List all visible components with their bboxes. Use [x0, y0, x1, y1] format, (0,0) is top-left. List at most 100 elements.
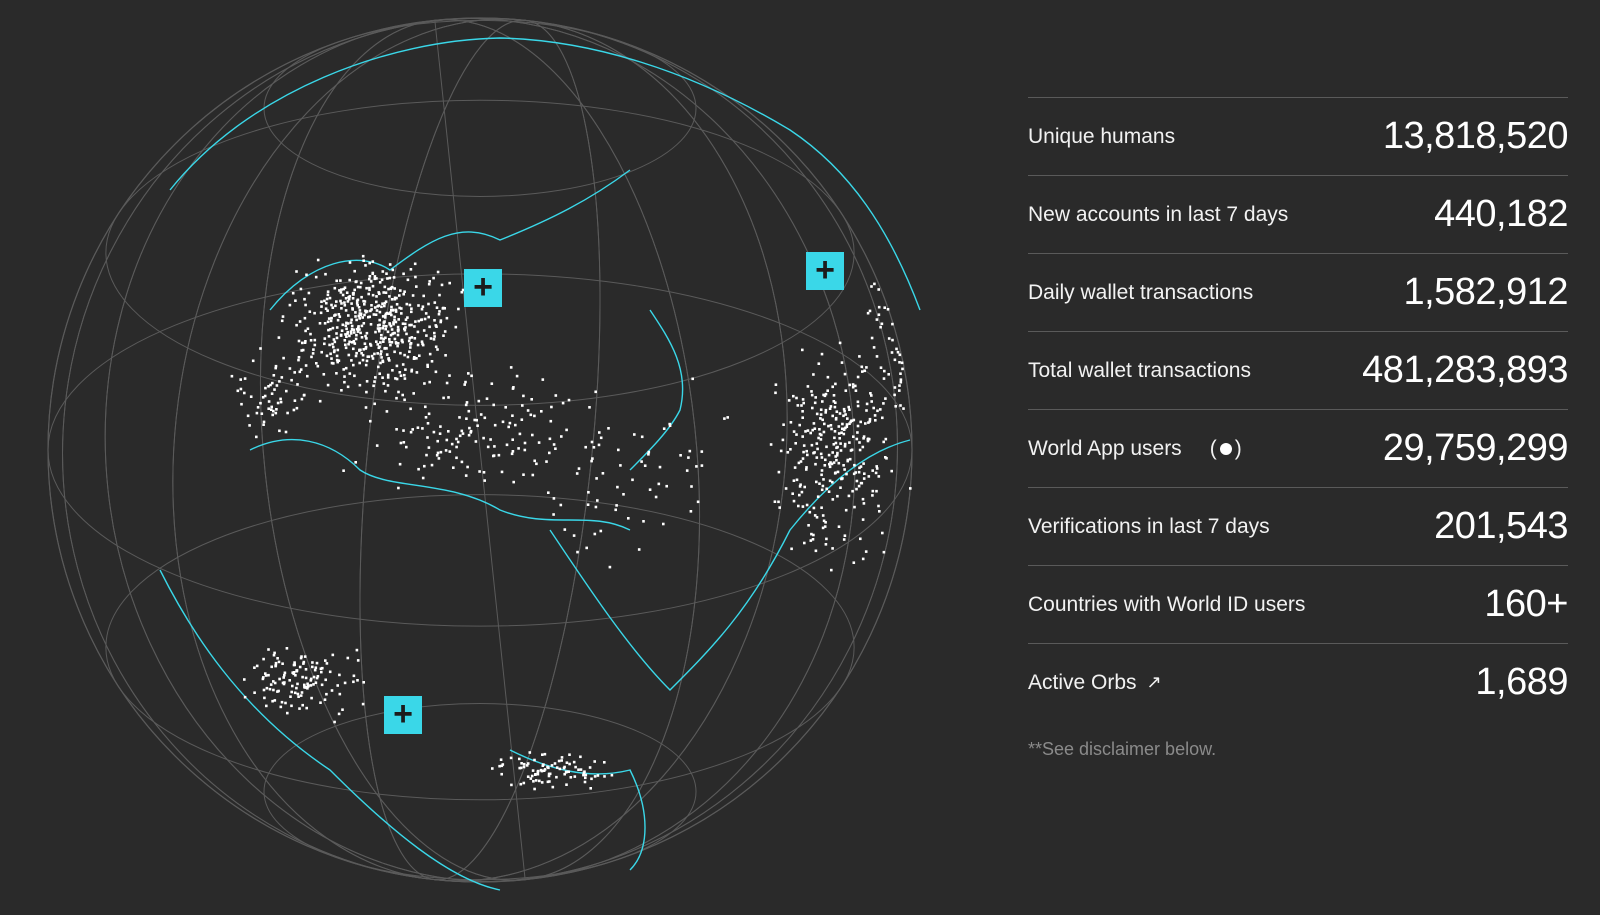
user-dot	[875, 489, 878, 493]
user-dot	[335, 332, 338, 335]
user-dot	[298, 665, 302, 669]
user-dot	[799, 483, 802, 486]
user-dot	[279, 400, 283, 404]
user-dot	[523, 448, 527, 452]
user-dot	[814, 462, 817, 466]
stat-row-active-orbs[interactable]: Active Orbs ↗ 1,689	[1028, 643, 1568, 721]
user-dot	[877, 504, 880, 508]
user-dot	[343, 339, 347, 342]
user-dot	[343, 375, 346, 378]
user-dot	[281, 681, 285, 685]
user-dot	[341, 293, 345, 297]
user-dot	[811, 406, 814, 410]
user-dot	[561, 401, 565, 405]
user-dot	[848, 441, 851, 444]
user-dot	[432, 276, 435, 280]
user-dot	[454, 325, 458, 329]
user-dot	[312, 348, 315, 351]
user-dot	[812, 506, 816, 510]
user-dot	[798, 423, 801, 427]
user-dot	[562, 766, 566, 770]
user-dot	[852, 435, 855, 438]
user-dot	[860, 365, 864, 369]
user-dot	[415, 285, 418, 288]
user-dot	[382, 291, 385, 294]
user-dot	[309, 684, 313, 687]
user-dot	[409, 342, 413, 345]
user-dot	[831, 498, 835, 501]
active-orbs-link[interactable]: Active Orbs ↗	[1028, 671, 1162, 695]
user-dot	[230, 374, 234, 378]
user-dot	[463, 383, 466, 386]
user-dot	[243, 678, 246, 681]
user-dot	[856, 375, 860, 379]
user-dot	[385, 410, 389, 413]
user-dot	[325, 301, 328, 305]
user-dot	[361, 353, 365, 357]
user-dot	[379, 341, 382, 344]
user-dot	[438, 432, 442, 435]
user-dot	[543, 768, 547, 771]
user-dot	[844, 426, 847, 430]
user-dot	[420, 318, 424, 321]
europe-marker[interactable]: +	[464, 269, 502, 307]
user-dot	[810, 390, 813, 393]
user-dot	[255, 411, 259, 415]
user-dot	[391, 268, 395, 272]
user-dot	[306, 682, 309, 686]
globe-visualization[interactable]: + + +	[30, 10, 930, 910]
user-dot	[814, 396, 817, 399]
user-dot	[298, 320, 302, 323]
user-dot	[873, 282, 876, 286]
user-dot	[349, 321, 353, 324]
user-dot	[325, 662, 329, 665]
user-dot	[433, 331, 436, 335]
user-dot	[584, 445, 587, 449]
user-dot	[333, 340, 337, 344]
user-dot	[452, 466, 455, 469]
user-dot	[640, 435, 644, 439]
user-dot	[296, 682, 299, 686]
user-dot	[384, 336, 387, 340]
user-dot	[411, 428, 414, 431]
user-dot	[275, 384, 279, 387]
user-dot	[425, 334, 428, 337]
disclaimer-link[interactable]: **See disclaimer below.	[1028, 739, 1568, 760]
user-dot	[294, 674, 297, 677]
user-dot	[791, 492, 794, 495]
user-dot	[836, 470, 840, 474]
user-dot	[859, 537, 862, 541]
user-dot	[875, 355, 879, 358]
user-dot	[867, 475, 871, 478]
user-dot	[291, 291, 295, 295]
stat-row-unique-humans: Unique humans 13,818,520	[1028, 97, 1569, 175]
user-dot	[843, 372, 847, 376]
stat-label-text[interactable]: Active Orbs	[1028, 671, 1137, 695]
user-dot	[533, 787, 536, 791]
user-dot	[436, 439, 439, 443]
user-dot	[812, 373, 815, 376]
africa-marker[interactable]: +	[384, 696, 422, 734]
user-dot	[263, 696, 266, 700]
user-dot	[511, 387, 515, 390]
user-dot	[834, 382, 837, 386]
user-dot	[857, 470, 861, 474]
stat-value: 201,543	[1434, 505, 1568, 547]
user-dot	[347, 353, 351, 357]
user-dot	[457, 307, 460, 311]
user-dot	[827, 490, 831, 493]
user-dot	[432, 338, 436, 341]
asia-marker[interactable]: +	[806, 252, 844, 290]
external-arrow-icon[interactable]: ↗	[1147, 672, 1162, 693]
user-dot	[285, 389, 288, 393]
user-dot	[390, 305, 393, 309]
user-dot	[549, 419, 553, 423]
user-dot	[837, 461, 841, 465]
user-dot	[375, 309, 379, 312]
user-dot	[340, 329, 344, 332]
user-dot	[345, 291, 349, 294]
user-dot	[416, 343, 420, 347]
user-dot	[280, 700, 284, 704]
user-dot	[445, 438, 449, 442]
user-dot	[821, 514, 825, 517]
